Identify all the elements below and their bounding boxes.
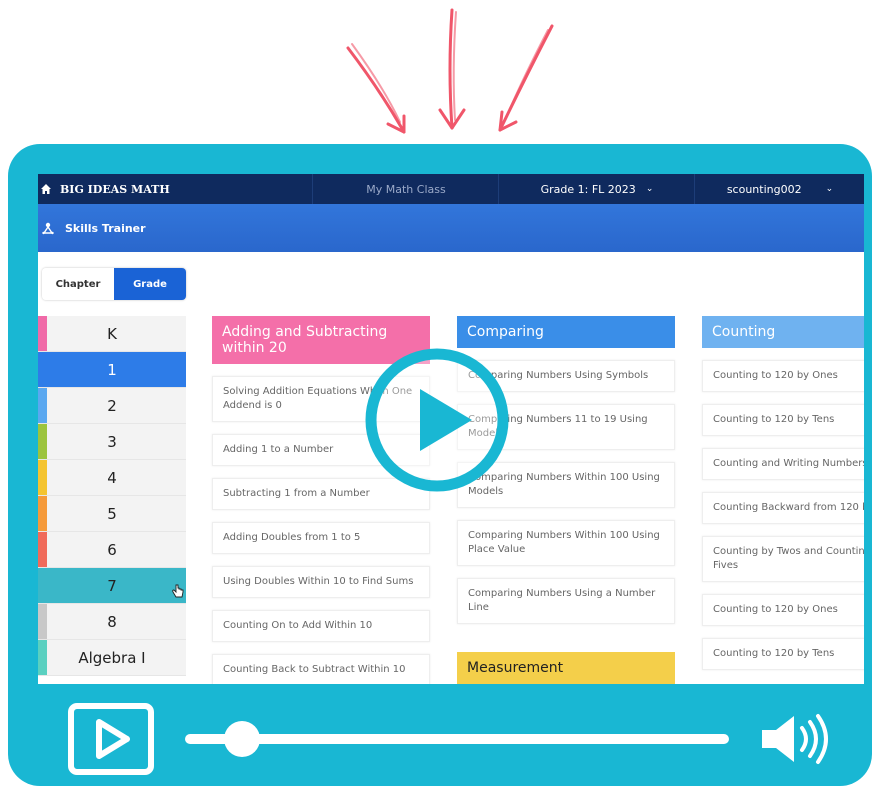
- skills-trainer-icon: [42, 222, 54, 235]
- grade-item[interactable]: Algebra I: [38, 640, 186, 676]
- player-controls: [68, 703, 828, 775]
- grade-item[interactable]: K: [38, 316, 186, 352]
- topic-header[interactable]: Comparing: [457, 316, 675, 348]
- grade-item[interactable]: 3: [38, 424, 186, 460]
- play-circle-icon[interactable]: [362, 345, 512, 495]
- center-arrow: [448, 8, 454, 130]
- grade-item[interactable]: 8: [38, 604, 186, 640]
- speaker-icon[interactable]: [762, 714, 828, 764]
- left-arrow: [346, 46, 406, 134]
- skill-card[interactable]: Counting Back to Subtract Within 10: [212, 654, 430, 684]
- skill-card[interactable]: Counting Backward from 120 by Ones: [702, 492, 864, 524]
- cursor-hand-icon: [172, 584, 184, 598]
- grade-color-strip: [38, 424, 47, 459]
- grade-color-strip: [38, 568, 47, 603]
- topic-column-counting: Counting Counting to 120 by Ones Counting …: [702, 316, 864, 670]
- grade-item[interactable]: 6: [38, 532, 186, 568]
- grade-label: 2: [107, 396, 117, 415]
- grade-color-strip: [38, 496, 47, 531]
- brand-name: BIG IDEAS MATH: [60, 182, 170, 196]
- pointing-arrows: [346, 8, 554, 134]
- grade-label: K: [107, 324, 117, 343]
- grade-color-strip: [38, 352, 47, 387]
- play-icon: [96, 719, 130, 759]
- grade-label: 8: [107, 612, 117, 631]
- topic-header[interactable]: Measurement: [457, 652, 675, 684]
- section-header: Skills Trainer: [38, 204, 864, 252]
- grade-color-strip: [38, 316, 47, 351]
- skill-card[interactable]: Counting to 120 by Ones: [702, 594, 864, 626]
- skill-card[interactable]: Counting by Twos and Counting by Fives: [702, 536, 864, 582]
- grade-item[interactable]: 4: [38, 460, 186, 496]
- grade-label: 1: [107, 360, 117, 379]
- grade-label: 5: [107, 504, 117, 523]
- topic-header[interactable]: Counting: [702, 316, 864, 348]
- skill-card[interactable]: Counting to 120 by Tens: [702, 404, 864, 436]
- grade-item[interactable]: 2: [38, 388, 186, 424]
- grade-label: 6: [107, 540, 117, 559]
- skill-card[interactable]: Comparing Numbers Using a Number Line: [457, 578, 675, 624]
- skill-card[interactable]: Counting On to Add Within 10: [212, 610, 430, 642]
- tab-grade[interactable]: Grade: [114, 268, 186, 300]
- grade-color-strip: [38, 640, 47, 675]
- grade-label: 7: [107, 576, 117, 595]
- home-icon: [41, 184, 51, 194]
- skill-card[interactable]: Adding Doubles from 1 to 5: [212, 522, 430, 554]
- progress-scrubber[interactable]: [224, 721, 261, 757]
- grade-item[interactable]: 7: [38, 568, 186, 604]
- view-tabs: Chapter Grade: [42, 268, 186, 300]
- grade-label: Algebra I: [78, 648, 146, 667]
- class-link[interactable]: My Math Class: [312, 174, 499, 204]
- tab-chapter[interactable]: Chapter: [42, 268, 114, 300]
- grade-label: 3: [107, 432, 117, 451]
- grade-selector[interactable]: Grade 1: FL 2023 ⌄: [498, 174, 695, 204]
- grade-label: 4: [107, 468, 117, 487]
- grade-selector-value: Grade 1: FL 2023: [540, 182, 636, 196]
- grade-item[interactable]: 5: [38, 496, 186, 532]
- skill-card[interactable]: Comparing Numbers Within 100 Using Place…: [457, 520, 675, 566]
- skill-card[interactable]: Counting to 120 by Ones: [702, 360, 864, 392]
- top-nav-bar: BIG IDEAS MATH My Math Class Grade 1: FL…: [38, 174, 864, 204]
- class-label: My Math Class: [366, 182, 446, 196]
- chevron-down-icon: ⌄: [645, 184, 654, 194]
- grade-color-strip: [38, 460, 47, 495]
- brand[interactable]: BIG IDEAS MATH: [38, 174, 314, 204]
- grade-color-strip: [38, 604, 47, 639]
- skill-card[interactable]: Counting and Writing Numbers to 120: [702, 448, 864, 480]
- skill-card[interactable]: Counting to 120 by Tens: [702, 638, 864, 670]
- username: scounting002: [726, 182, 802, 196]
- chevron-down-icon: ⌄: [825, 184, 834, 194]
- grade-color-strip: [38, 532, 47, 567]
- skill-card[interactable]: Using Doubles Within 10 to Find Sums: [212, 566, 430, 598]
- grade-list: K 1 2 3 4 5 6 7 8 Algebra I: [38, 316, 186, 676]
- play-button[interactable]: [68, 703, 154, 775]
- grade-color-strip: [38, 388, 47, 423]
- section-title: Skills Trainer: [65, 221, 146, 235]
- grade-item[interactable]: 1: [38, 352, 186, 388]
- user-menu[interactable]: scounting002 ⌄: [694, 174, 864, 204]
